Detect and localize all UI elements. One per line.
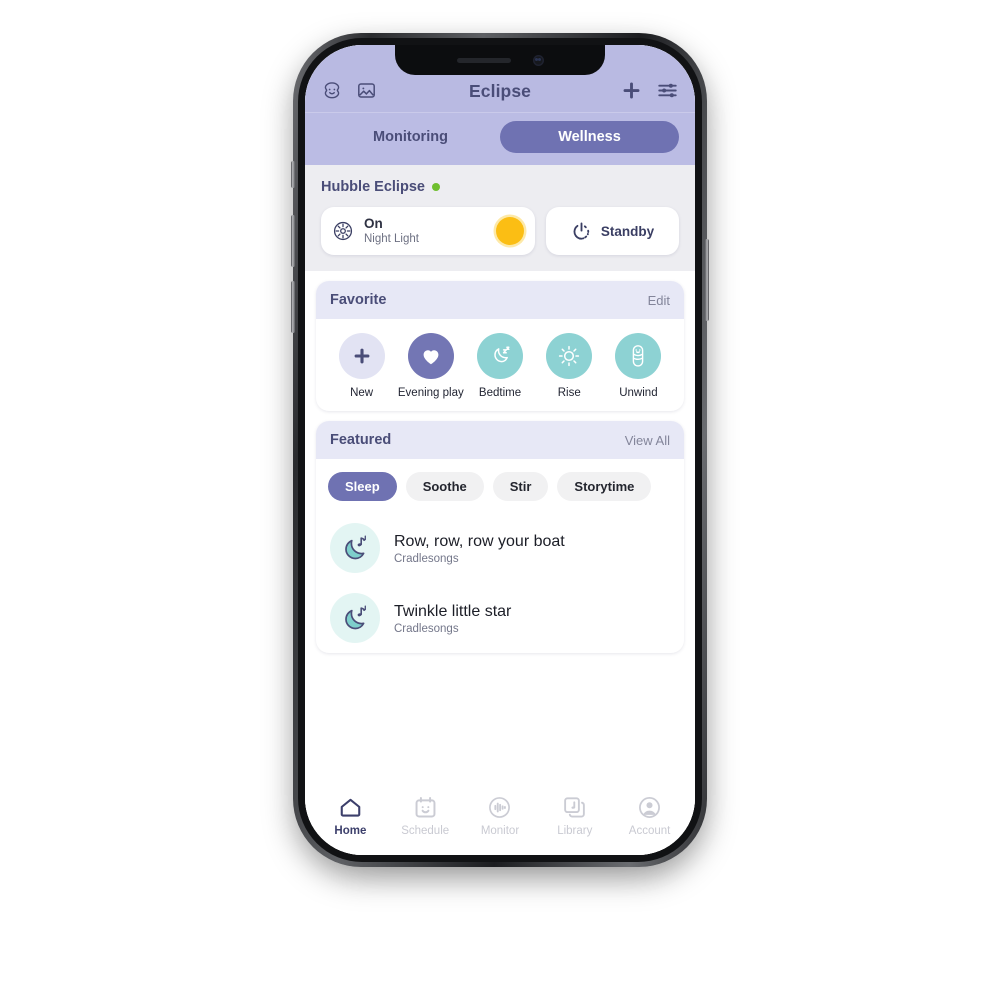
standby-card[interactable]: Standby bbox=[546, 207, 679, 256]
list-item[interactable]: Row, row, row your boat Cradlesongs bbox=[316, 513, 684, 583]
device-name: Hubble Eclipse bbox=[321, 179, 425, 195]
song-subtitle: Cradlesongs bbox=[394, 552, 459, 565]
favorite-label: Bedtime bbox=[478, 387, 522, 400]
status-badge bbox=[431, 183, 440, 191]
power-icon bbox=[571, 221, 592, 242]
favorite-item-bedtime[interactable]: Bedtime bbox=[466, 333, 533, 399]
screenshot-canvas: Eclipse Monitoring Wellness Hubble Eclip… bbox=[0, 0, 1000, 1000]
song-subtitle: Cradlesongs bbox=[394, 622, 459, 635]
person-circle-icon bbox=[637, 795, 662, 820]
night-light-card[interactable]: On Night Light bbox=[321, 207, 535, 256]
chip-soothe[interactable]: Soothe bbox=[405, 472, 484, 502]
featured-header: Featured View All bbox=[316, 421, 684, 460]
song-title: Twinkle little star bbox=[394, 602, 512, 620]
favorite-item-unwind[interactable]: Unwind bbox=[605, 333, 672, 399]
device-cards: On Night Light Standby bbox=[321, 207, 679, 256]
light-state: On bbox=[364, 216, 383, 231]
nav-label: Account bbox=[628, 825, 671, 837]
color-swatch[interactable] bbox=[496, 217, 524, 246]
favorite-label: New bbox=[350, 387, 374, 400]
tab-wellness[interactable]: Wellness bbox=[500, 121, 679, 153]
moon-sleep-icon bbox=[477, 333, 523, 380]
notch bbox=[395, 45, 605, 75]
song-text: Twinkle little star Cradlesongs bbox=[394, 602, 511, 635]
home-icon bbox=[338, 795, 363, 820]
nav-schedule[interactable]: Schedule bbox=[388, 795, 463, 837]
moon-music-icon bbox=[330, 593, 380, 644]
nav-account[interactable]: Account bbox=[612, 795, 687, 837]
plus-icon[interactable] bbox=[620, 79, 643, 102]
song-text: Row, row, row your boat Cradlesongs bbox=[394, 532, 565, 565]
swaddled-baby-icon bbox=[615, 333, 662, 380]
nav-label: Library bbox=[557, 825, 593, 837]
app-root: Eclipse Monitoring Wellness Hubble Eclip… bbox=[305, 45, 695, 855]
device-name-row: Hubble Eclipse bbox=[321, 179, 679, 195]
volume-down-button[interactable] bbox=[291, 281, 295, 333]
favorite-header: Favorite Edit bbox=[316, 281, 684, 320]
favorite-item-evening-play[interactable]: Evening play bbox=[397, 333, 464, 399]
featured-category-chips: Sleep Soothe Stir Storytime bbox=[316, 459, 684, 513]
favorite-label: Evening play bbox=[397, 387, 464, 400]
earpiece-speaker bbox=[456, 57, 511, 63]
tab-monitoring[interactable]: Monitoring bbox=[321, 121, 500, 153]
featured-view-all-button[interactable]: View All bbox=[625, 433, 670, 448]
favorite-item-rise[interactable]: Rise bbox=[536, 333, 603, 399]
bottom-navigation: Home Schedule Monitor Library Account bbox=[305, 786, 695, 855]
favorite-label: Unwind bbox=[619, 387, 658, 400]
moon-music-icon bbox=[330, 523, 380, 574]
nav-label: Home bbox=[334, 825, 367, 837]
sliders-icon[interactable] bbox=[656, 79, 679, 102]
nav-monitor[interactable]: Monitor bbox=[463, 795, 538, 837]
list-item[interactable]: Twinkle little star Cradlesongs bbox=[316, 583, 684, 653]
heart-icon bbox=[407, 333, 454, 380]
mute-switch[interactable] bbox=[291, 161, 295, 188]
photo-icon[interactable] bbox=[356, 80, 377, 101]
favorite-item-new[interactable]: New bbox=[328, 333, 395, 399]
favorite-list: New Evening play Bedtime Rise Unwind bbox=[316, 319, 684, 411]
phone-bezel: Eclipse Monitoring Wellness Hubble Eclip… bbox=[298, 38, 702, 862]
featured-panel: Featured View All Sleep Soothe Stir Stor… bbox=[316, 421, 684, 654]
chip-sleep[interactable]: Sleep bbox=[328, 472, 397, 502]
phone-device: Eclipse Monitoring Wellness Hubble Eclip… bbox=[291, 33, 709, 867]
favorite-label: Rise bbox=[557, 387, 581, 400]
soundwave-icon bbox=[487, 795, 512, 820]
nav-library[interactable]: Library bbox=[537, 795, 612, 837]
sun-icon bbox=[546, 333, 593, 380]
plus-icon bbox=[338, 333, 385, 380]
music-library-icon bbox=[562, 795, 587, 820]
chip-storytime[interactable]: Storytime bbox=[557, 472, 652, 502]
phone-screen: Eclipse Monitoring Wellness Hubble Eclip… bbox=[305, 45, 695, 855]
nav-label: Monitor bbox=[480, 825, 520, 837]
favorite-edit-button[interactable]: Edit bbox=[648, 293, 670, 308]
light-mode: Night Light bbox=[364, 233, 419, 246]
front-camera-icon bbox=[532, 54, 544, 66]
content-scroll-area[interactable]: Hubble Eclipse On Night Light Standby Fa… bbox=[305, 165, 695, 786]
night-light-text: On Night Light bbox=[364, 216, 486, 246]
featured-title: Featured bbox=[330, 432, 392, 449]
power-button[interactable] bbox=[705, 239, 709, 321]
device-section: Hubble Eclipse On Night Light Standby bbox=[305, 165, 695, 272]
volume-up-button[interactable] bbox=[291, 215, 295, 267]
night-light-icon bbox=[332, 220, 354, 242]
calendar-face-icon bbox=[413, 795, 438, 820]
favorite-title: Favorite bbox=[330, 292, 387, 309]
nav-label: Schedule bbox=[401, 825, 450, 837]
baby-face-icon[interactable] bbox=[321, 80, 343, 102]
chip-stir[interactable]: Stir bbox=[492, 472, 549, 502]
segmented-control: Monitoring Wellness bbox=[305, 112, 695, 165]
standby-label: Standby bbox=[600, 223, 655, 239]
favorite-panel: Favorite Edit New Evening play Bedtime R… bbox=[316, 281, 684, 412]
nav-home[interactable]: Home bbox=[313, 795, 388, 837]
song-title: Row, row, row your boat bbox=[394, 532, 565, 550]
